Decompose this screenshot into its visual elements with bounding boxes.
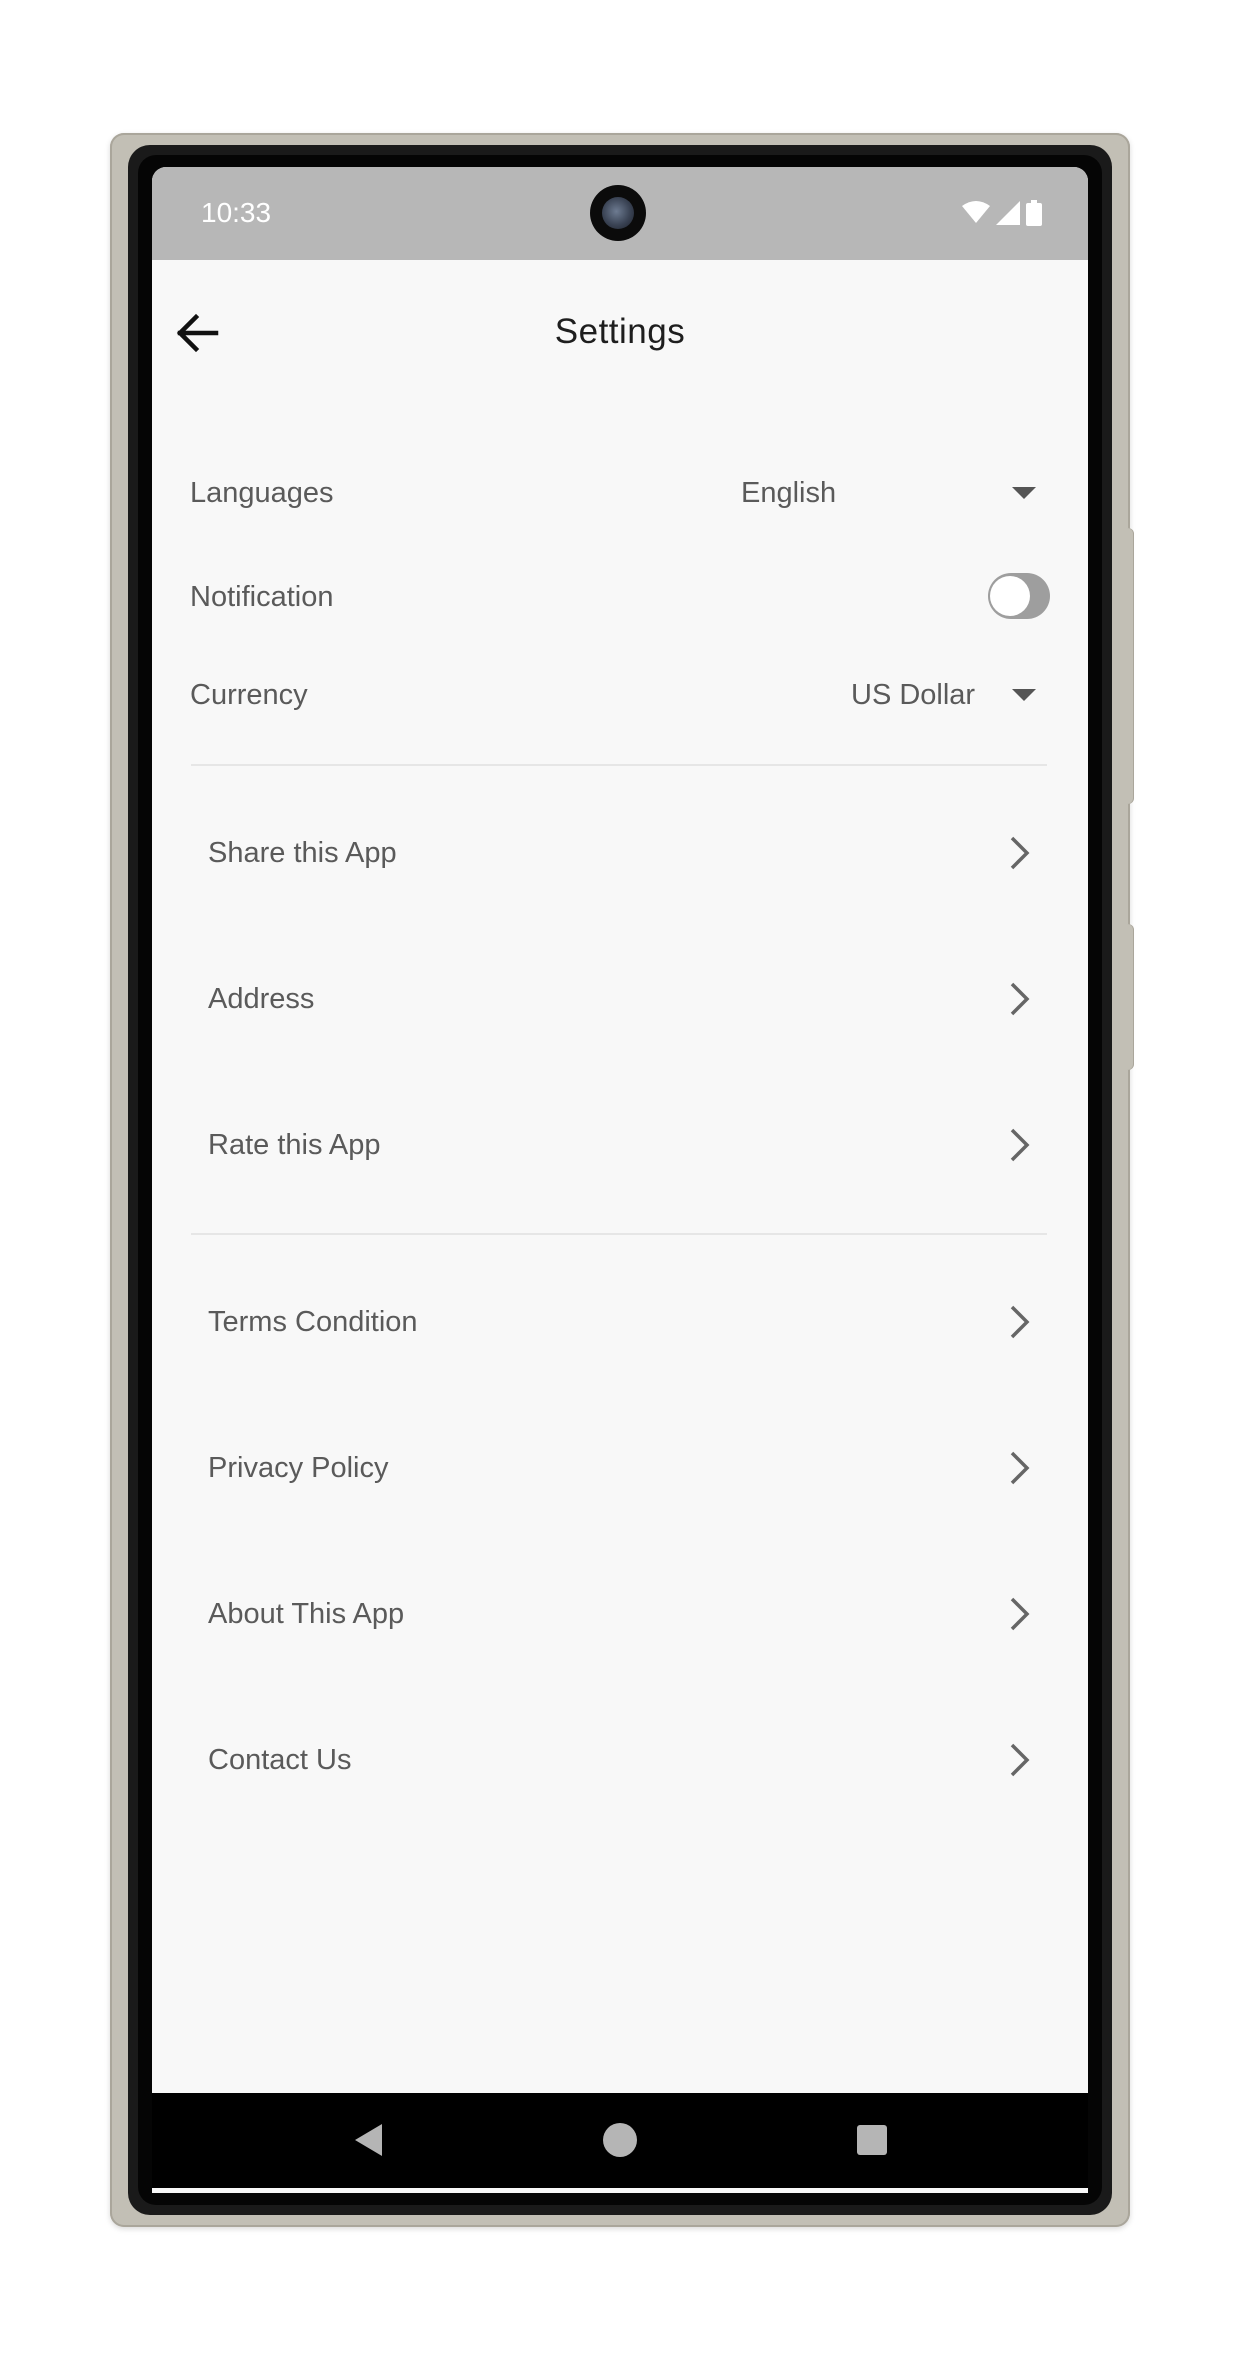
menu-item-rate-app[interactable]: Rate this App bbox=[208, 1110, 1038, 1180]
chevron-right-icon bbox=[1010, 1451, 1030, 1485]
setting-row-currency: Currency US Dollar bbox=[190, 665, 1050, 725]
menu-item-label: Terms Condition bbox=[208, 1305, 418, 1338]
notification-label: Notification bbox=[190, 580, 334, 613]
screen: 10:33 Settings Languages English Notific… bbox=[152, 167, 1088, 2193]
phone-side-button-power bbox=[1127, 528, 1134, 804]
menu-item-terms-condition[interactable]: Terms Condition bbox=[208, 1287, 1038, 1357]
divider bbox=[191, 1233, 1047, 1235]
setting-row-notification: Notification bbox=[190, 567, 1050, 627]
divider bbox=[191, 764, 1047, 766]
page: 10:33 Settings Languages English Notific… bbox=[0, 0, 1245, 2359]
menu-item-label: Privacy Policy bbox=[208, 1451, 389, 1484]
languages-label: Languages bbox=[190, 476, 334, 509]
nav-recents-button[interactable] bbox=[852, 2120, 892, 2160]
cellular-signal-icon bbox=[996, 201, 1020, 225]
menu-item-label: Contact Us bbox=[208, 1743, 352, 1776]
currency-value: US Dollar bbox=[851, 678, 976, 711]
menu-item-label: Rate this App bbox=[208, 1128, 381, 1161]
nav-home-icon bbox=[603, 2123, 637, 2157]
menu-item-share-app[interactable]: Share this App bbox=[208, 818, 1038, 888]
menu-item-about-app[interactable]: About This App bbox=[208, 1579, 1038, 1649]
toggle-thumb bbox=[990, 576, 1030, 616]
notification-toggle[interactable] bbox=[988, 573, 1050, 619]
chevron-right-icon bbox=[1010, 1128, 1030, 1162]
chevron-right-icon bbox=[1010, 1743, 1030, 1777]
currency-label: Currency bbox=[190, 678, 308, 711]
chevron-right-icon bbox=[1010, 982, 1030, 1016]
nav-back-icon bbox=[355, 2124, 382, 2156]
nav-back-button[interactable] bbox=[350, 2120, 390, 2160]
currency-select[interactable]: US Dollar bbox=[851, 665, 1050, 725]
menu-item-label: About This App bbox=[208, 1597, 405, 1630]
front-camera bbox=[590, 185, 646, 241]
chevron-right-icon bbox=[1010, 836, 1030, 870]
app-bar: Settings bbox=[152, 260, 1088, 405]
page-title: Settings bbox=[554, 312, 686, 351]
status-icons bbox=[962, 199, 1042, 227]
system-navigation-bar bbox=[152, 2093, 1088, 2188]
battery-icon bbox=[1026, 200, 1042, 226]
nav-recents-icon bbox=[857, 2125, 887, 2155]
status-bar: 10:33 bbox=[152, 167, 1088, 260]
status-time: 10:33 bbox=[201, 197, 272, 228]
phone-side-button-volume bbox=[1127, 924, 1134, 1070]
chevron-right-icon bbox=[1010, 1597, 1030, 1631]
chevron-right-icon bbox=[1010, 1305, 1030, 1339]
language-value: English bbox=[741, 476, 837, 509]
menu-item-contact-us[interactable]: Contact Us bbox=[208, 1725, 1038, 1795]
menu-item-privacy-policy[interactable]: Privacy Policy bbox=[208, 1433, 1038, 1503]
menu-item-label: Address bbox=[208, 982, 315, 1015]
nav-home-button[interactable] bbox=[600, 2120, 640, 2160]
chevron-down-icon bbox=[1012, 689, 1036, 701]
menu-item-address[interactable]: Address bbox=[208, 964, 1038, 1034]
chevron-down-icon bbox=[1012, 487, 1036, 499]
language-select[interactable]: English bbox=[741, 463, 1050, 523]
menu-item-label: Share this App bbox=[208, 836, 397, 869]
setting-row-languages: Languages English bbox=[190, 463, 1050, 523]
wifi-icon bbox=[962, 201, 990, 223]
